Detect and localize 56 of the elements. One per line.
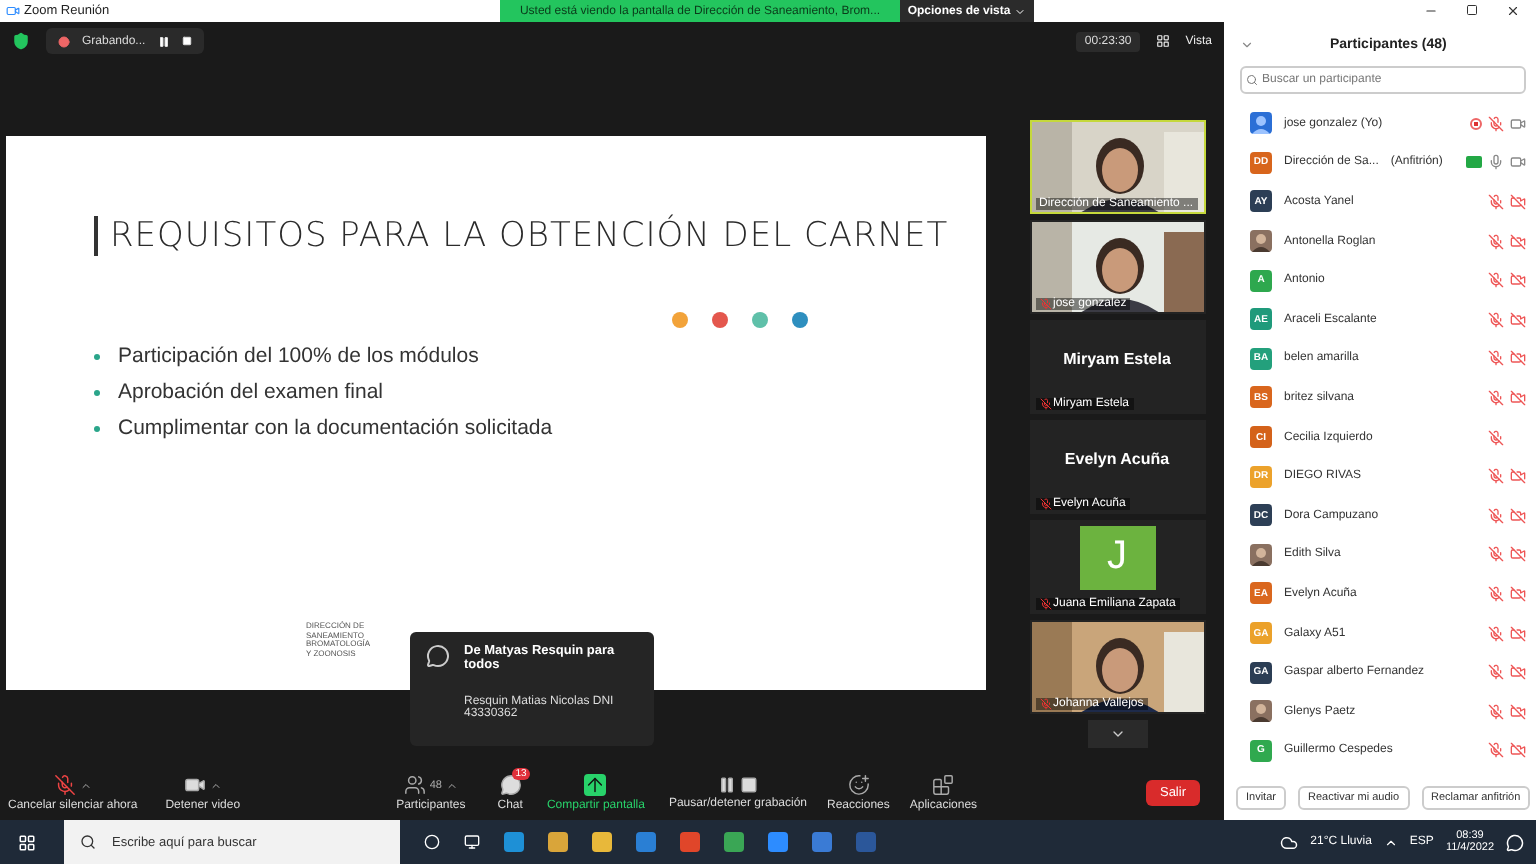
app-icon[interactable]	[724, 832, 744, 852]
start-icon[interactable]	[18, 833, 36, 851]
chevron-down-icon	[1109, 726, 1125, 742]
recording-dot-icon	[58, 35, 70, 47]
muted-mic-icon	[53, 774, 76, 796]
bullet-dot	[94, 425, 100, 431]
tray-caret-icon[interactable]	[1383, 835, 1398, 849]
muted-mic-icon	[1039, 498, 1051, 510]
task-view-icon[interactable]	[464, 834, 480, 850]
chat-icon	[426, 644, 450, 668]
participants-icon	[403, 774, 426, 796]
app-icon[interactable]	[812, 832, 832, 852]
cortana-icon[interactable]	[424, 834, 440, 850]
bullet-dot	[94, 389, 100, 395]
pause-icon[interactable]	[157, 35, 170, 47]
caret-icon[interactable]	[79, 779, 92, 791]
muted-mic-icon	[1039, 598, 1051, 610]
video-camera-icon	[183, 774, 206, 796]
pause-stop-icon	[717, 776, 758, 794]
caret-icon	[1014, 5, 1027, 17]
app-icon[interactable]	[636, 832, 656, 852]
app-icon[interactable]	[504, 832, 524, 852]
app-icon[interactable]	[592, 832, 612, 852]
bullet-text: Cumplimentar con la documentación solicitada	[118, 416, 553, 440]
close-icon[interactable]	[1506, 4, 1520, 18]
notifications-icon[interactable]	[1506, 833, 1524, 851]
zoom-logo-icon	[6, 4, 20, 18]
weather-icon	[1280, 833, 1299, 851]
muted-mic-icon	[1039, 298, 1051, 310]
display-name: Evelyn Acuña	[1064, 450, 1170, 468]
app-icon[interactable]	[680, 832, 700, 852]
caret-icon[interactable]	[445, 779, 458, 791]
bullet-text: Aprobación del examen final	[118, 380, 384, 404]
bullet-dot	[94, 353, 100, 359]
app-icon[interactable]	[548, 832, 568, 852]
security-shield-icon	[12, 32, 30, 50]
stop-icon[interactable]	[181, 36, 192, 46]
collapse-icon[interactable]	[1240, 37, 1254, 51]
display-name: Miryam Estela	[1063, 350, 1171, 368]
grid-icon[interactable]	[1155, 34, 1170, 48]
muted-mic-icon	[1039, 398, 1051, 410]
chat-icon	[499, 774, 522, 796]
slide-title: REQUISITOS PARA LA OBTENCIÓN DEL CARNET	[94, 216, 986, 256]
app-icon[interactable]	[768, 832, 788, 852]
search-icon	[80, 834, 96, 850]
share-screen-icon	[584, 774, 607, 796]
app-icon[interactable]	[856, 832, 876, 852]
bullet-text: Participación del 100% de los módulos	[118, 344, 479, 368]
muted-mic-icon	[1039, 698, 1051, 710]
maximize-icon[interactable]	[1466, 4, 1478, 16]
reaction-icon	[847, 774, 870, 796]
avatar-initial: J	[1079, 525, 1155, 589]
caret-icon[interactable]	[209, 779, 222, 791]
search-icon	[1246, 74, 1258, 86]
apps-icon	[932, 774, 955, 796]
minimize-icon[interactable]	[1424, 4, 1438, 18]
